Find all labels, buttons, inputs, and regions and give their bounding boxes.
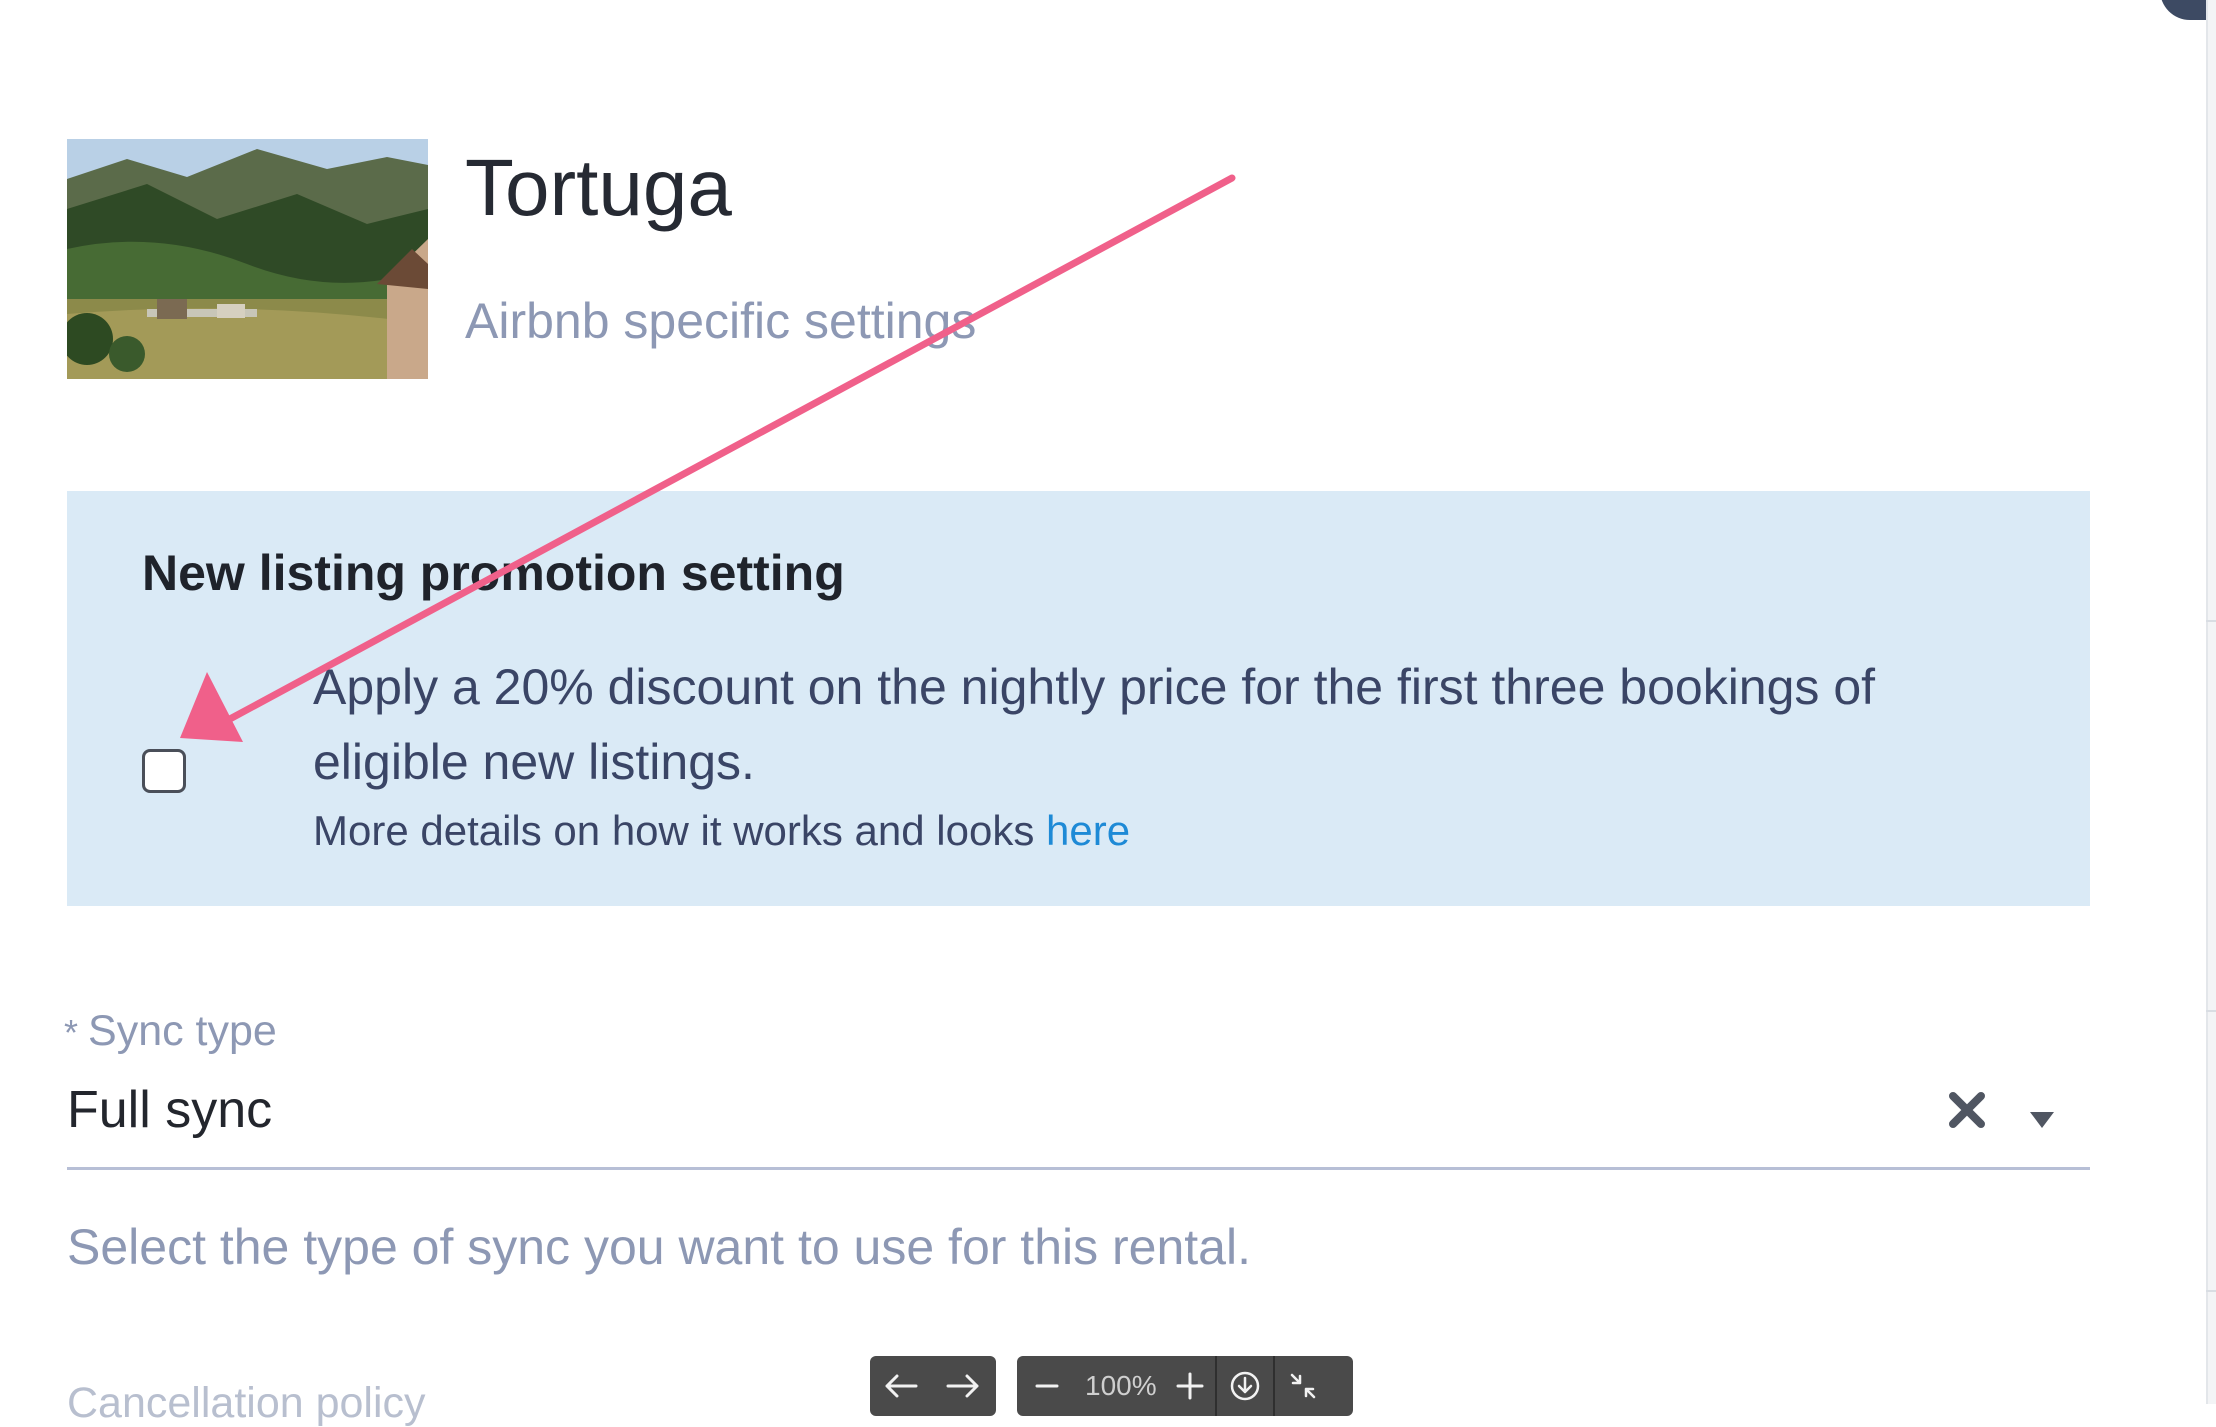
sync-type-help: Select the type of sync you want to use … — [67, 1219, 1251, 1275]
viewer-nav-toolbar — [870, 1356, 996, 1416]
collapse-icon[interactable] — [1275, 1356, 1331, 1416]
sync-type-value[interactable]: Full sync — [67, 1084, 272, 1136]
divider — [2206, 1010, 2216, 1012]
promotion-details: More details on how it works and looks h… — [313, 810, 1130, 852]
listing-title: Tortuga — [465, 143, 732, 232]
clear-icon[interactable] — [1945, 1088, 1989, 1132]
promotion-description: Apply a 20% discount on the nightly pric… — [313, 659, 1876, 790]
sync-type-label-text: Sync type — [88, 1007, 277, 1055]
side-panel-edge — [2206, 0, 2216, 1404]
arrow-left-icon[interactable] — [870, 1356, 932, 1416]
zoom-out-icon[interactable] — [1017, 1356, 1077, 1416]
zoom-level: 100% — [1085, 1370, 1157, 1401]
promotion-details-link[interactable]: here — [1046, 807, 1130, 854]
required-marker: * — [64, 1012, 79, 1053]
sync-type-underline — [67, 1167, 2090, 1170]
promotion-heading: New listing promotion setting — [142, 545, 845, 601]
promotion-checkbox[interactable] — [142, 749, 186, 793]
zoom-in-icon[interactable] — [1165, 1356, 1215, 1416]
sync-type-label: * Sync type — [64, 1010, 277, 1053]
download-icon[interactable] — [1217, 1356, 1273, 1416]
arrow-right-icon[interactable] — [932, 1356, 994, 1416]
page-subtitle: Airbnb specific settings — [465, 293, 977, 349]
promotion-details-text: More details on how it works and looks — [313, 807, 1035, 854]
divider — [2206, 620, 2216, 622]
divider — [2206, 1290, 2216, 1292]
listing-photo — [67, 139, 428, 379]
viewer-zoom-toolbar: 100% — [1017, 1356, 1353, 1416]
chevron-down-icon[interactable] — [2030, 1110, 2054, 1130]
